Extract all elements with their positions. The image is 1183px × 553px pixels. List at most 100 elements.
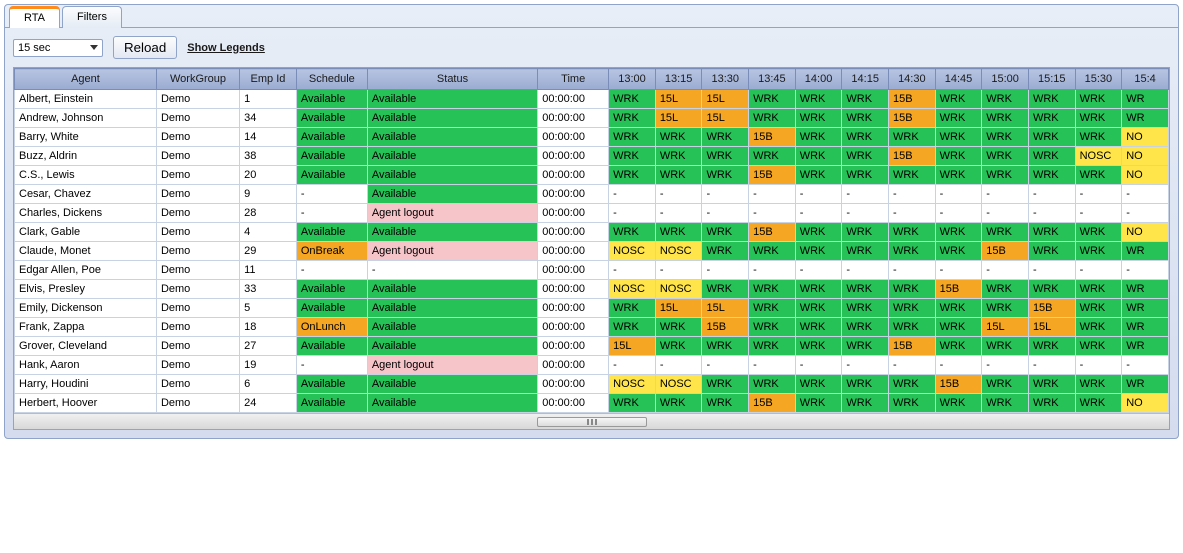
slot-cell: 15B	[749, 128, 796, 147]
slot-cell: -	[935, 356, 982, 375]
reload-button[interactable]: Reload	[113, 36, 177, 59]
table-row[interactable]: Herbert, HooverDemo24AvailableAvailable0…	[15, 394, 1169, 413]
table-row[interactable]: Frank, ZappaDemo18OnLunchAvailable00:00:…	[15, 318, 1169, 337]
status-cell: Available	[367, 223, 537, 242]
slot-cell: WRK	[795, 242, 842, 261]
column-header[interactable]: Schedule	[296, 69, 367, 90]
time-cell: 00:00:00	[538, 242, 609, 261]
slot-cell: -	[795, 356, 842, 375]
refresh-interval-value: 15 sec	[18, 42, 50, 54]
table-row[interactable]: Andrew, JohnsonDemo34AvailableAvailable0…	[15, 109, 1169, 128]
time-cell: 00:00:00	[538, 128, 609, 147]
slot-cell: NO	[1122, 394, 1169, 413]
column-header[interactable]: Time	[538, 69, 609, 90]
slot-cell: WRK	[935, 90, 982, 109]
column-header-time[interactable]: 13:45	[749, 69, 796, 90]
slot-cell: 15B	[935, 280, 982, 299]
slot-cell: 15B	[749, 394, 796, 413]
column-header-time[interactable]: 14:30	[889, 69, 936, 90]
table-row[interactable]: Cesar, ChavezDemo9-Available00:00:00----…	[15, 185, 1169, 204]
empid-cell: 4	[240, 223, 297, 242]
workgroup-cell: Demo	[156, 242, 239, 261]
slot-cell: WRK	[795, 128, 842, 147]
grid-scroll[interactable]: AgentWorkGroupEmp IdScheduleStatusTime13…	[14, 68, 1169, 413]
table-row[interactable]: Elvis, PresleyDemo33AvailableAvailable00…	[15, 280, 1169, 299]
column-header[interactable]: Emp Id	[240, 69, 297, 90]
header-row: AgentWorkGroupEmp IdScheduleStatusTime13…	[15, 69, 1169, 90]
column-header[interactable]: Agent	[15, 69, 157, 90]
slot-cell: WRK	[795, 223, 842, 242]
status-cell: Available	[367, 90, 537, 109]
tab-filters[interactable]: Filters	[62, 6, 122, 28]
time-cell: 00:00:00	[538, 185, 609, 204]
table-row[interactable]: Charles, DickensDemo28-Agent logout00:00…	[15, 204, 1169, 223]
column-header-time[interactable]: 15:30	[1075, 69, 1122, 90]
slot-cell: -	[749, 185, 796, 204]
table-row[interactable]: Albert, EinsteinDemo1AvailableAvailable0…	[15, 90, 1169, 109]
status-cell: Agent logout	[367, 356, 537, 375]
slot-cell: WRK	[935, 337, 982, 356]
agent-cell: Albert, Einstein	[15, 90, 157, 109]
column-header[interactable]: WorkGroup	[156, 69, 239, 90]
slot-cell: WR	[1122, 337, 1169, 356]
empid-cell: 27	[240, 337, 297, 356]
slot-cell: WRK	[1028, 90, 1075, 109]
slot-cell: WRK	[609, 147, 656, 166]
table-row[interactable]: Grover, ClevelandDemo27AvailableAvailabl…	[15, 337, 1169, 356]
slot-cell: 15L	[1028, 318, 1075, 337]
app-window: RTA Filters 15 sec Reload Show Legends A…	[4, 4, 1179, 439]
slot-cell: WRK	[795, 280, 842, 299]
column-header-time[interactable]: 13:00	[609, 69, 656, 90]
slot-cell: -	[1075, 204, 1122, 223]
status-cell: Available	[367, 166, 537, 185]
slot-cell: WRK	[842, 280, 889, 299]
slot-cell: 15L	[655, 90, 702, 109]
slot-cell: -	[702, 204, 749, 223]
workgroup-cell: Demo	[156, 261, 239, 280]
column-header-time[interactable]: 13:30	[702, 69, 749, 90]
slot-cell: -	[889, 356, 936, 375]
table-row[interactable]: Buzz, AldrinDemo38AvailableAvailable00:0…	[15, 147, 1169, 166]
column-header-time[interactable]: 14:00	[795, 69, 842, 90]
tab-rta[interactable]: RTA	[9, 6, 60, 28]
schedule-cell: -	[296, 204, 367, 223]
table-row[interactable]: Barry, WhiteDemo14AvailableAvailable00:0…	[15, 128, 1169, 147]
column-header-time[interactable]: 14:15	[842, 69, 889, 90]
slot-cell: WRK	[655, 147, 702, 166]
slot-cell: -	[609, 261, 656, 280]
column-header[interactable]: Status	[367, 69, 537, 90]
refresh-interval-select[interactable]: 15 sec	[13, 39, 103, 57]
table-row[interactable]: Emily, DickensonDemo5AvailableAvailable0…	[15, 299, 1169, 318]
slot-cell: 15B	[889, 147, 936, 166]
horizontal-scrollbar[interactable]	[14, 413, 1169, 429]
slot-cell: -	[842, 356, 889, 375]
empid-cell: 9	[240, 185, 297, 204]
scrollbar-thumb[interactable]	[537, 417, 647, 427]
table-row[interactable]: Hank, AaronDemo19-Agent logout00:00:00--…	[15, 356, 1169, 375]
slot-cell: WRK	[889, 299, 936, 318]
slot-cell: -	[749, 356, 796, 375]
slot-cell: 15B	[982, 242, 1029, 261]
column-header-time[interactable]: 14:45	[935, 69, 982, 90]
table-row[interactable]: Harry, HoudiniDemo6AvailableAvailable00:…	[15, 375, 1169, 394]
slot-cell: WRK	[842, 223, 889, 242]
table-row[interactable]: Claude, MonetDemo29OnBreakAgent logout00…	[15, 242, 1169, 261]
slot-cell: WRK	[842, 318, 889, 337]
column-header-time[interactable]: 15:15	[1028, 69, 1075, 90]
column-header-time[interactable]: 15:4	[1122, 69, 1169, 90]
table-row[interactable]: C.S., LewisDemo20AvailableAvailable00:00…	[15, 166, 1169, 185]
slot-cell: WRK	[749, 299, 796, 318]
workgroup-cell: Demo	[156, 356, 239, 375]
slot-cell: WRK	[1028, 375, 1075, 394]
agent-cell: Buzz, Aldrin	[15, 147, 157, 166]
slot-cell: WRK	[1075, 299, 1122, 318]
time-cell: 00:00:00	[538, 90, 609, 109]
column-header-time[interactable]: 13:15	[655, 69, 702, 90]
show-legends-link[interactable]: Show Legends	[187, 42, 265, 54]
slot-cell: -	[609, 204, 656, 223]
table-row[interactable]: Edgar Allen, PoeDemo11--00:00:00--------…	[15, 261, 1169, 280]
workgroup-cell: Demo	[156, 337, 239, 356]
column-header-time[interactable]: 15:00	[982, 69, 1029, 90]
table-row[interactable]: Clark, GableDemo4AvailableAvailable00:00…	[15, 223, 1169, 242]
slot-cell: WR	[1122, 109, 1169, 128]
